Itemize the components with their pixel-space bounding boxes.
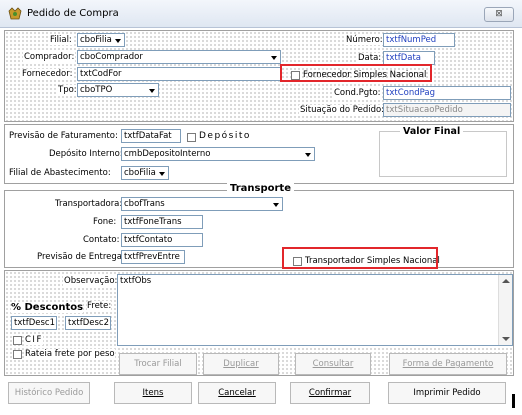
- rateia-frete-checkbox[interactable]: [13, 350, 22, 359]
- previsao-faturamento-label: Previsão de Faturamento:: [9, 131, 118, 141]
- chevron-down-icon: [302, 148, 314, 160]
- rateia-frete-label: Rateia frete por peso: [25, 349, 115, 359]
- chevron-down-icon: [268, 51, 280, 63]
- consultar-button[interactable]: Consultar: [295, 353, 371, 375]
- cif-label: CIF: [25, 335, 43, 345]
- fone-label: Fone:: [93, 217, 117, 227]
- transportador-sn-highlight: [282, 247, 438, 269]
- deposito-interno-value: cmbDepositoInterno: [124, 149, 211, 159]
- chevron-down-icon: [156, 167, 168, 179]
- observacao-label: Observação:: [63, 276, 119, 286]
- tipo-label: Tpo:: [57, 85, 78, 95]
- imprimir-pedido-button[interactable]: Imprimir Pedido: [388, 382, 506, 404]
- resize-marker: [512, 394, 515, 408]
- observacao-scrollbar[interactable]: [498, 275, 512, 345]
- comprador-combo[interactable]: cboComprador: [77, 50, 281, 64]
- fornecedor-sn-highlight: [280, 64, 432, 82]
- comprador-combo-value: cboComprador: [80, 52, 143, 62]
- filial-abastecimento-combo[interactable]: cboFilia: [121, 166, 169, 180]
- previsao-faturamento-input[interactable]: txtfDataFat: [121, 129, 181, 143]
- valor-final-group: Valor Final: [379, 126, 507, 177]
- forma-pagamento-button[interactable]: Forma de Pagamento: [389, 353, 507, 375]
- contato-input[interactable]: txtfContato: [121, 233, 203, 247]
- previsao-entrega-label: Previsão de Entrega:: [37, 252, 125, 262]
- tipo-combo-value: cboTPO: [80, 85, 113, 95]
- app-icon: [8, 7, 22, 20]
- window-title: Pedido de Compra: [27, 8, 119, 19]
- itens-button-label: Itens: [142, 388, 164, 398]
- scroll-down-icon[interactable]: [502, 336, 510, 342]
- deposito-checkbox[interactable]: [187, 133, 196, 142]
- numero-input[interactable]: txtfNumPed: [383, 33, 455, 47]
- fornecedor-input[interactable]: txtCodFor: [77, 67, 281, 81]
- cancelar-button[interactable]: Cancelar: [198, 382, 276, 404]
- trocar-filial-button[interactable]: Trocar Filial: [119, 353, 197, 375]
- data-input[interactable]: txtfData: [383, 51, 435, 65]
- descontos-label: % Descontos: [11, 302, 84, 313]
- itens-button[interactable]: Itens: [114, 382, 192, 404]
- filial-label: Filial:: [49, 35, 73, 45]
- confirmar-button[interactable]: Confirmar: [290, 382, 370, 404]
- previsao-entrega-input[interactable]: txtfPrevEntre: [121, 250, 185, 264]
- observacao-panel: Observação: txtfObs % Descontos Frete: t…: [4, 270, 514, 376]
- duplicar-button-label: Duplicar: [223, 359, 259, 369]
- cif-checkbox[interactable]: [13, 336, 22, 345]
- consultar-button-label: Consultar: [312, 359, 354, 369]
- close-button[interactable]: ⊠: [484, 7, 514, 22]
- chevron-down-icon: [112, 34, 124, 46]
- confirmar-button-label: Confirmar: [308, 388, 352, 398]
- duplicar-button[interactable]: Duplicar: [203, 353, 279, 375]
- scroll-up-icon[interactable]: [502, 278, 510, 284]
- situacao-input: txtSituacaoPedido: [383, 103, 511, 117]
- transportadora-value: cbofTrans: [124, 199, 165, 209]
- observacao-textarea[interactable]: txtfObs: [117, 274, 513, 346]
- observacao-value: txtfObs: [120, 276, 152, 286]
- title-bar: Pedido de Compra ⊠: [0, 0, 522, 28]
- numero-label: Número:: [345, 35, 384, 45]
- pedido-de-compra-window: Pedido de Compra ⊠ Filial: cboFilia Comp…: [0, 0, 522, 415]
- header-panel: Filial: cboFilia Comprador: cboComprador…: [4, 30, 514, 122]
- filial-combo-value: cboFilia: [80, 35, 112, 45]
- deposito-interno-label: Depósito Interno:: [49, 149, 123, 159]
- filial-abastecimento-value: cboFilia: [124, 168, 156, 178]
- deposito-interno-combo[interactable]: cmbDepositoInterno: [121, 147, 315, 161]
- desconto1-input[interactable]: txtfDesc1: [11, 316, 57, 330]
- desconto2-input[interactable]: txtfDesc2: [65, 316, 111, 330]
- historico-pedido-button[interactable]: Histórico Pedido: [8, 382, 90, 404]
- fornecedor-label: Fornecedor:: [21, 69, 74, 79]
- fone-input[interactable]: txtfFoneTrans: [121, 215, 203, 229]
- transportadora-combo[interactable]: cbofTrans: [121, 197, 283, 211]
- data-label: Data:: [357, 53, 383, 63]
- faturamento-panel: Previsão de Faturamento: txtfDataFat Dep…: [4, 124, 514, 184]
- situacao-label: Situação do Pedido:: [299, 105, 386, 115]
- chevron-down-icon: [270, 198, 282, 210]
- condpgto-input[interactable]: txtCondPag: [383, 86, 511, 100]
- chevron-down-icon: [146, 84, 158, 96]
- cancelar-button-label: Cancelar: [218, 388, 256, 398]
- condpgto-label: Cond.Pgto:: [333, 88, 382, 98]
- valor-final-label: Valor Final: [400, 126, 464, 137]
- frete-label: Frete:: [87, 301, 112, 311]
- deposito-checkbox-label: Depósito: [199, 131, 251, 141]
- filial-abastecimento-label: Filial de Abastecimento:: [9, 168, 111, 178]
- forma-pagamento-button-label: Forma de Pagamento: [402, 359, 494, 369]
- transportadora-label: Transportadora:: [55, 199, 123, 209]
- filial-combo[interactable]: cboFilia: [77, 33, 125, 47]
- transporte-section-title: Transporte: [227, 183, 294, 194]
- comprador-label: Comprador:: [23, 52, 76, 62]
- tipo-combo[interactable]: cboTPO: [77, 83, 159, 97]
- contato-label: Contato:: [83, 235, 120, 245]
